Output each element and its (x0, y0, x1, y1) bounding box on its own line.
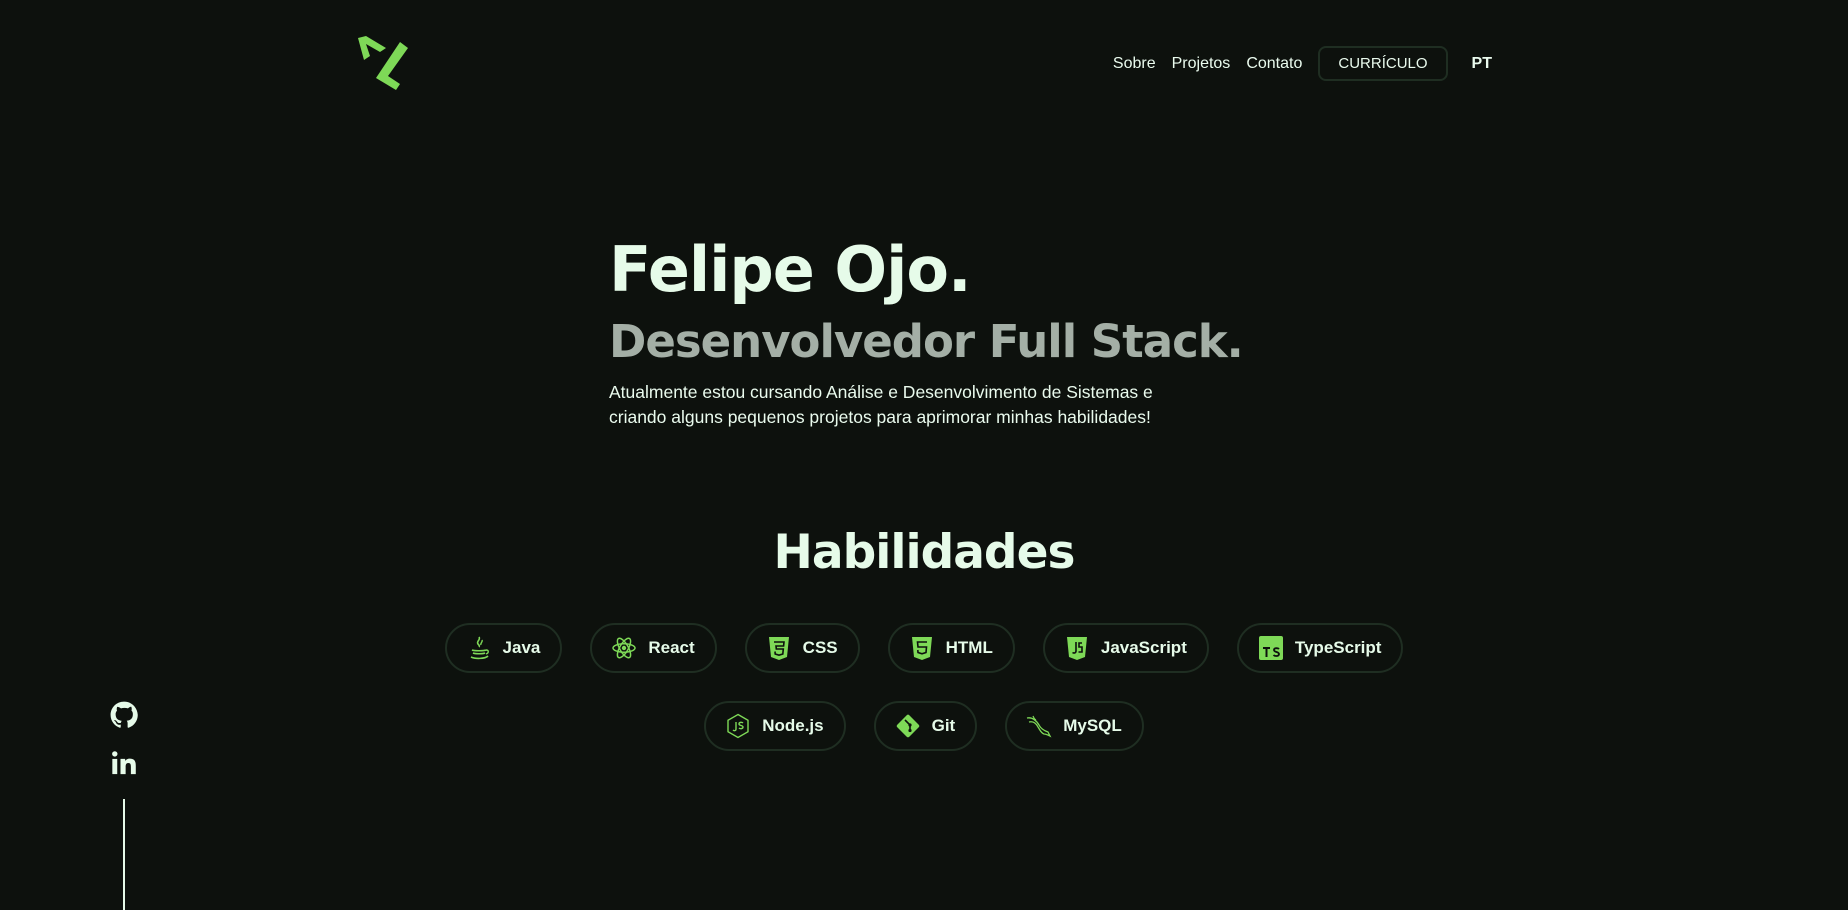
skill-label: CSS (802, 638, 838, 657)
git-icon (894, 712, 922, 740)
java-icon (465, 634, 493, 662)
skill-label: Git (931, 716, 956, 735)
skill-html: HTML (887, 623, 1015, 673)
nav-link-sobre[interactable]: Sobre (1113, 55, 1156, 73)
skills-row-1: Java React CSS HTML JavaScript TypeScrip… (0, 623, 1848, 673)
hero-role: Desenvolvedor Full Stack. (609, 315, 1244, 368)
logo-icon[interactable] (356, 34, 412, 90)
skill-javascript: JavaScript (1042, 623, 1209, 673)
skill-label: HTML (945, 638, 993, 657)
skills-row-2: Node.js Git MySQL (0, 701, 1848, 751)
skill-react: React (590, 623, 717, 673)
react-icon (610, 634, 638, 662)
skill-nodejs: Node.js (704, 701, 846, 751)
skill-mysql: MySQL (1005, 701, 1144, 751)
skill-typescript: TypeScript (1236, 623, 1404, 673)
github-icon[interactable] (110, 701, 138, 729)
language-toggle[interactable]: PT (1472, 55, 1492, 73)
typescript-icon (1257, 634, 1285, 662)
css3-icon (765, 634, 793, 662)
main-nav: Sobre Projetos Contato CURRÍCULO PT (1097, 46, 1492, 81)
skill-java: Java (444, 623, 563, 673)
mysql-icon (1025, 712, 1053, 740)
hero-description: Atualmente estou cursando Análise e Dese… (609, 382, 1153, 427)
skill-label: TypeScript (1294, 638, 1382, 657)
html5-icon (908, 634, 936, 662)
social-sidebar (110, 701, 140, 910)
skill-label: React (648, 638, 695, 657)
skill-git: Git (873, 701, 978, 751)
social-divider-line (123, 799, 125, 910)
hero-section: Felipe Ojo. Desenvolvedor Full Stack. At… (609, 230, 1309, 430)
nav-link-projetos[interactable]: Projetos (1172, 55, 1231, 73)
nodejs-icon (724, 712, 752, 740)
nav-link-contato[interactable]: Contato (1246, 55, 1302, 73)
resume-button[interactable]: CURRÍCULO (1318, 46, 1448, 81)
skill-label: Java (502, 638, 541, 657)
skills-title: Habilidades (773, 525, 1076, 580)
page: Sobre Projetos Contato CURRÍCULO PT Feli… (0, 0, 1848, 910)
javascript-icon (1063, 634, 1091, 662)
skill-label: Node.js (762, 716, 824, 735)
linkedin-icon[interactable] (110, 749, 138, 777)
hero-name: Felipe Ojo. (609, 233, 972, 306)
skill-css: CSS (744, 623, 860, 673)
skill-label: JavaScript (1100, 638, 1187, 657)
skill-label: MySQL (1063, 716, 1122, 735)
